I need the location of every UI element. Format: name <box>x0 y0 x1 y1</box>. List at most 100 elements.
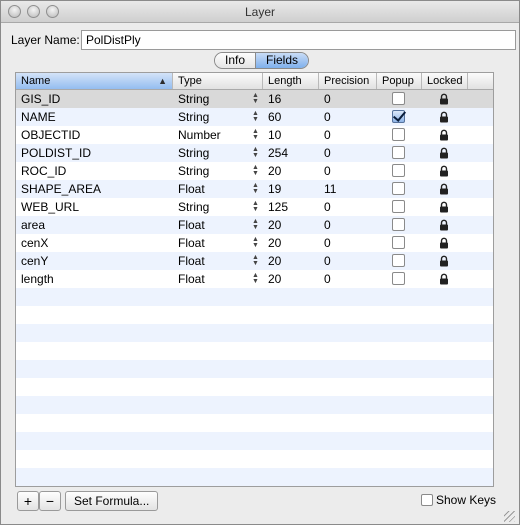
stepper-icon[interactable]: ▲ ▼ <box>252 272 259 285</box>
stepper-icon[interactable]: ▲ ▼ <box>252 200 259 213</box>
stepper-icon[interactable]: ▲ ▼ <box>252 254 259 267</box>
show-keys-toggle[interactable]: Show Keys <box>421 493 496 507</box>
field-name-cell[interactable]: GIS_ID <box>16 90 172 108</box>
popup-checkbox[interactable] <box>392 92 405 105</box>
field-precision-cell[interactable]: 0 <box>319 270 377 288</box>
field-length-cell[interactable]: 20 <box>263 162 318 180</box>
table-row[interactable]: OBJECTID Number ▲ ▼ 10 0 <box>16 126 493 144</box>
column-header-filler <box>468 73 493 89</box>
popup-checkbox[interactable] <box>392 146 405 159</box>
table-row[interactable]: GIS_ID String ▲ ▼ 16 0 <box>16 90 493 108</box>
field-type-cell[interactable]: String <box>173 90 261 108</box>
table-row[interactable]: area Float ▲ ▼ 20 0 <box>16 216 493 234</box>
empty-table-row <box>16 414 493 432</box>
popup-checkbox[interactable] <box>392 110 405 123</box>
field-precision-cell[interactable]: 0 <box>319 198 377 216</box>
table-row[interactable]: ROC_ID String ▲ ▼ 20 0 <box>16 162 493 180</box>
resize-grip-icon[interactable] <box>504 511 515 522</box>
field-type-cell[interactable]: String <box>173 144 261 162</box>
field-precision-cell[interactable]: 0 <box>319 108 377 126</box>
column-header-length[interactable]: Length <box>263 73 319 89</box>
field-name-cell[interactable]: WEB_URL <box>16 198 172 216</box>
field-precision-cell[interactable]: 0 <box>319 216 377 234</box>
field-type-cell[interactable]: Float <box>173 270 261 288</box>
show-keys-checkbox[interactable] <box>421 494 433 506</box>
empty-table-row <box>16 306 493 324</box>
field-name-cell[interactable]: POLDIST_ID <box>16 144 172 162</box>
field-length-cell[interactable]: 19 <box>263 180 318 198</box>
field-name-cell[interactable]: SHAPE_AREA <box>16 180 172 198</box>
stepper-icon[interactable]: ▲ ▼ <box>252 164 259 177</box>
popup-checkbox[interactable] <box>392 164 405 177</box>
table-row[interactable]: cenX Float ▲ ▼ 20 0 <box>16 234 493 252</box>
table-row[interactable]: length Float ▲ ▼ 20 0 <box>16 270 493 288</box>
popup-checkbox[interactable] <box>392 182 405 195</box>
field-precision-cell[interactable]: 0 <box>319 144 377 162</box>
popup-checkbox[interactable] <box>392 236 405 249</box>
layer-name-input[interactable] <box>81 30 516 50</box>
column-header-name[interactable]: Name ▲ <box>16 73 173 89</box>
column-header-locked[interactable]: Locked <box>422 73 468 89</box>
field-name-cell[interactable]: length <box>16 270 172 288</box>
field-type-cell[interactable]: Number <box>173 126 261 144</box>
field-name-cell[interactable]: ROC_ID <box>16 162 172 180</box>
remove-field-button[interactable]: − <box>39 491 61 511</box>
stepper-icon[interactable]: ▲ ▼ <box>252 182 259 195</box>
field-length-cell[interactable]: 254 <box>263 144 318 162</box>
field-type-cell[interactable]: Float <box>173 252 261 270</box>
lock-icon <box>439 93 449 105</box>
popup-checkbox[interactable] <box>392 128 405 141</box>
empty-table-row <box>16 396 493 414</box>
field-length-cell[interactable]: 125 <box>263 198 318 216</box>
field-name-cell[interactable]: cenY <box>16 252 172 270</box>
table-row[interactable]: WEB_URL String ▲ ▼ 125 0 <box>16 198 493 216</box>
field-name-cell[interactable]: OBJECTID <box>16 126 172 144</box>
table-row[interactable]: SHAPE_AREA Float ▲ ▼ 19 11 <box>16 180 493 198</box>
title-bar[interactable]: Layer <box>1 1 519 23</box>
table-row[interactable]: cenY Float ▲ ▼ 20 0 <box>16 252 493 270</box>
column-header-popup[interactable]: Popup <box>377 73 422 89</box>
field-name-cell[interactable]: area <box>16 216 172 234</box>
stepper-icon[interactable]: ▲ ▼ <box>252 128 259 141</box>
tab-info[interactable]: Info <box>215 53 257 68</box>
stepper-icon[interactable]: ▲ ▼ <box>252 92 259 105</box>
popup-checkbox[interactable] <box>392 218 405 231</box>
field-type-cell[interactable]: Float <box>173 216 261 234</box>
field-length-cell[interactable]: 60 <box>263 108 318 126</box>
popup-checkbox[interactable] <box>392 200 405 213</box>
column-header-name-label: Name <box>21 75 51 87</box>
field-length-cell[interactable]: 20 <box>263 270 318 288</box>
field-type-cell[interactable]: String <box>173 198 261 216</box>
field-precision-cell[interactable]: 0 <box>319 90 377 108</box>
field-type-cell[interactable]: Float <box>173 180 261 198</box>
field-length-cell[interactable]: 20 <box>263 234 318 252</box>
table-row[interactable]: NAME String ▲ ▼ 60 0 <box>16 108 493 126</box>
field-length-cell[interactable]: 10 <box>263 126 318 144</box>
field-length-cell[interactable]: 20 <box>263 216 318 234</box>
tab-fields[interactable]: Fields <box>256 53 309 68</box>
field-precision-cell[interactable]: 0 <box>319 252 377 270</box>
add-field-button[interactable]: + <box>17 491 39 511</box>
field-precision-cell[interactable]: 11 <box>319 180 377 198</box>
stepper-icon[interactable]: ▲ ▼ <box>252 218 259 231</box>
field-type-cell[interactable]: String <box>173 108 261 126</box>
stepper-icon[interactable]: ▲ ▼ <box>252 110 259 123</box>
popup-checkbox[interactable] <box>392 254 405 267</box>
field-type-cell[interactable]: Float <box>173 234 261 252</box>
column-header-type[interactable]: Type <box>173 73 263 89</box>
field-name-cell[interactable]: NAME <box>16 108 172 126</box>
stepper-icon[interactable]: ▲ ▼ <box>252 146 259 159</box>
field-name-cell[interactable]: cenX <box>16 234 172 252</box>
table-row[interactable]: POLDIST_ID String ▲ ▼ 254 0 <box>16 144 493 162</box>
field-length-cell[interactable]: 16 <box>263 90 318 108</box>
set-formula-button[interactable]: Set Formula... <box>65 491 158 511</box>
column-header-precision[interactable]: Precision <box>319 73 377 89</box>
field-precision-cell[interactable]: 0 <box>319 234 377 252</box>
field-type-cell[interactable]: String <box>173 162 261 180</box>
popup-checkbox[interactable] <box>392 272 405 285</box>
stepper-icon[interactable]: ▲ ▼ <box>252 236 259 249</box>
field-precision-cell[interactable]: 0 <box>319 162 377 180</box>
empty-table-row <box>16 342 493 360</box>
field-length-cell[interactable]: 20 <box>263 252 318 270</box>
field-precision-cell[interactable]: 0 <box>319 126 377 144</box>
